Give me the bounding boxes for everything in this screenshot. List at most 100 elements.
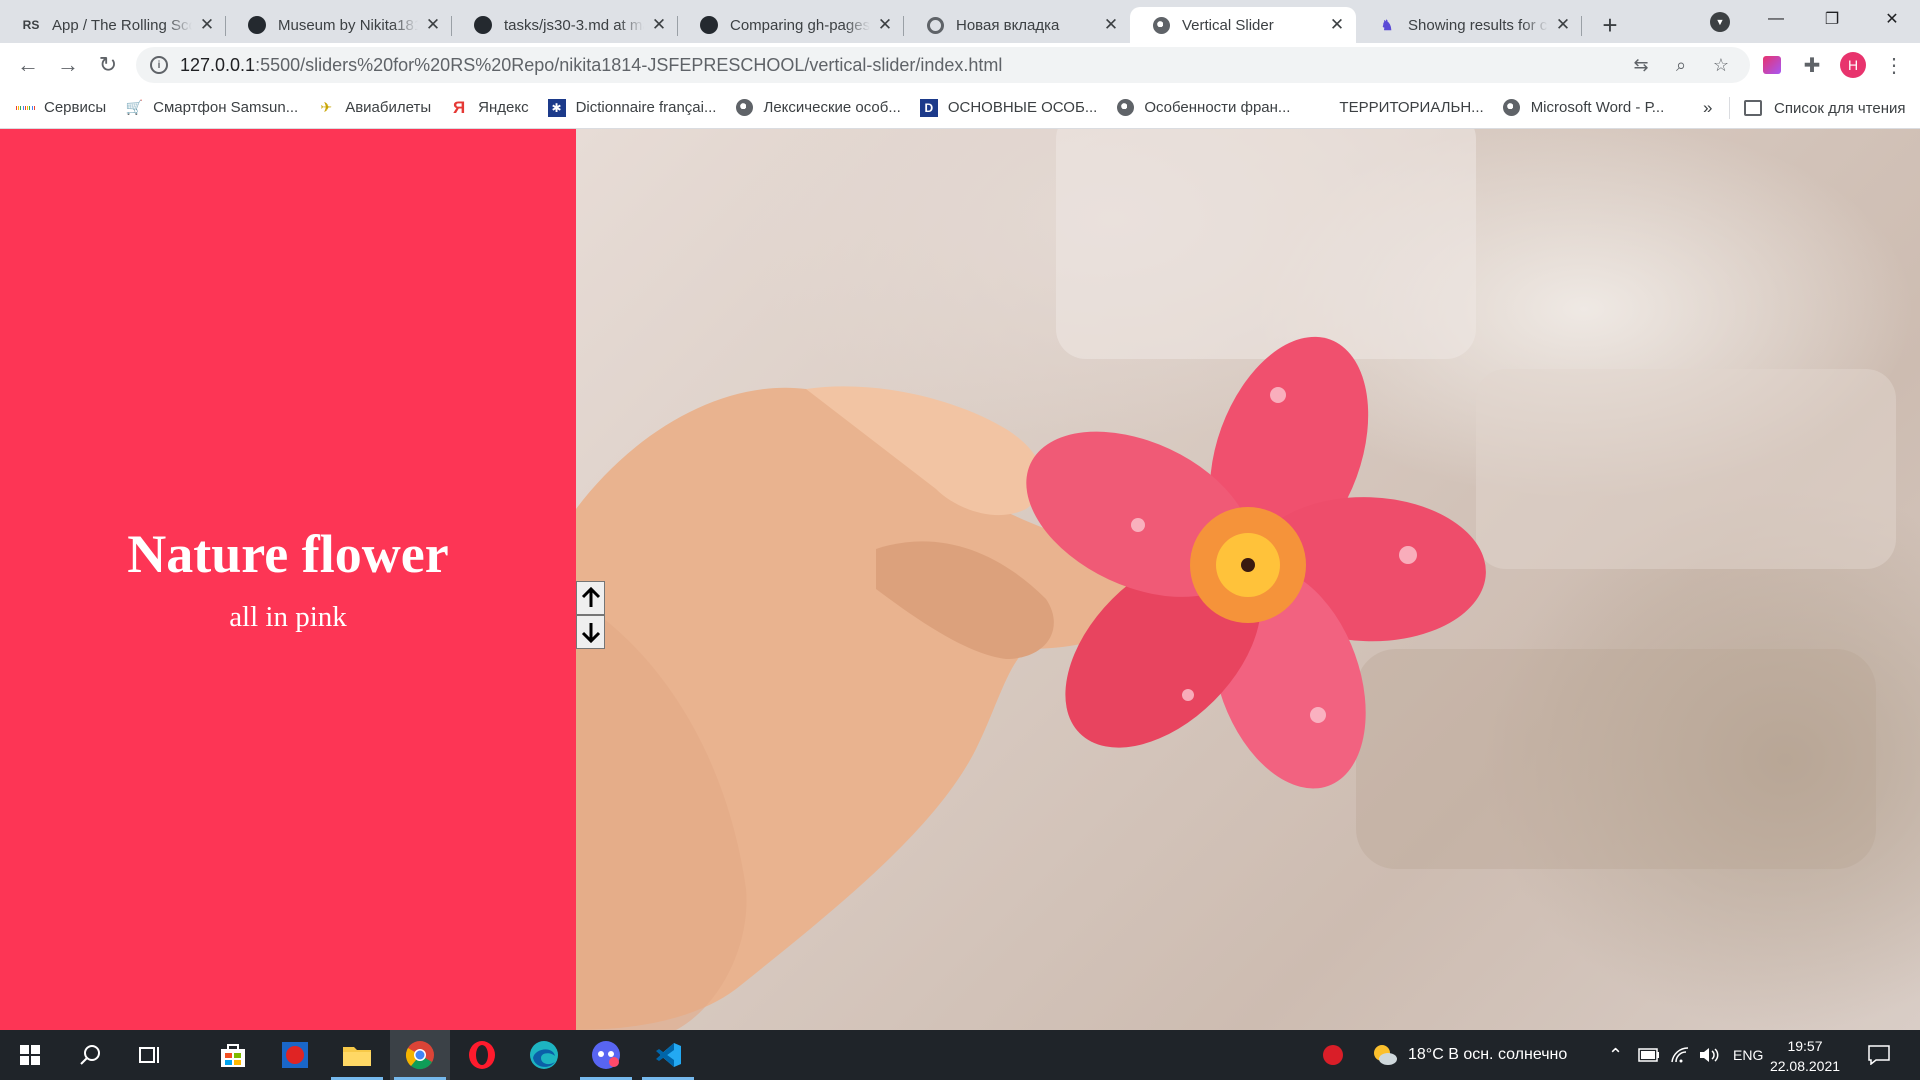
bookmark-label: Авиабилеты: [345, 99, 432, 116]
tab-vertical-slider[interactable]: Vertical Slider ✕: [1130, 7, 1356, 43]
bookmark-lexical[interactable]: Лексические особ...: [735, 99, 901, 117]
extensions-puzzle-icon[interactable]: ✚: [1800, 53, 1824, 77]
url-text[interactable]: 127.0.0.1:5500/sliders%20for%20RS%20Repo…: [180, 55, 1002, 76]
arrow-up-icon: [581, 587, 600, 607]
bookmark-label: Лексические особ...: [763, 99, 901, 116]
opera-icon[interactable]: [452, 1030, 512, 1080]
globe-icon: [735, 99, 753, 117]
bookmark-territorial[interactable]: ТЕРРИТОРИАЛЬН...: [1339, 99, 1483, 116]
address-bar[interactable]: i 127.0.0.1:5500/sliders%20for%20RS%20Re…: [136, 47, 1750, 83]
weather-widget[interactable]: 18°C В осн. солнечно: [1372, 1030, 1567, 1080]
tab-separator: [1581, 16, 1582, 36]
zoom-icon[interactable]: ⌕: [1671, 55, 1691, 75]
tab-search-icon[interactable]: ▼: [1710, 12, 1730, 32]
tab-title: Museum by Nikita1814: [278, 16, 418, 34]
new-tab-button[interactable]: +: [1590, 7, 1630, 43]
clock-time: 19:57: [1787, 1038, 1823, 1054]
tab-rolling-scopes[interactable]: RS App / The Rolling Scopes ✕: [0, 7, 226, 43]
menu-dots-icon[interactable]: ⋮: [1882, 53, 1906, 77]
wifi-icon[interactable]: [1670, 1030, 1690, 1080]
store-icon[interactable]: [203, 1030, 263, 1080]
task-view-icon[interactable]: [120, 1030, 180, 1080]
bookmark-french-features[interactable]: Особенности фран...: [1116, 99, 1290, 117]
vscode-icon[interactable]: [638, 1030, 698, 1080]
bookmark-label: Особенности фран...: [1144, 99, 1291, 116]
url-host: 127.0.0.1: [180, 54, 256, 75]
bookmark-word[interactable]: Microsoft Word - Р...: [1503, 99, 1664, 117]
back-arrow-icon[interactable]: ←: [8, 45, 48, 85]
restore-icon[interactable]: ❐: [1804, 0, 1860, 38]
translate-icon[interactable]: ⇆: [1631, 55, 1651, 75]
tab-museum[interactable]: Museum by Nikita1814 ✕: [226, 7, 452, 43]
tab-title: Новая вкладка: [956, 16, 1060, 34]
tab-new-tab[interactable]: Новая вкладка ✕: [904, 7, 1130, 43]
tab-comparing[interactable]: Comparing gh-pages... ✕: [678, 7, 904, 43]
close-icon[interactable]: ✕: [198, 15, 216, 34]
slide-text-panel: Nature flower all in pink: [0, 129, 576, 1030]
battery-icon[interactable]: [1638, 1030, 1660, 1080]
bookmark-samsung[interactable]: 🛒 Смартфон Samsun...: [125, 99, 298, 117]
tab-title: App / The Rolling Scopes: [52, 16, 192, 34]
site-info-icon[interactable]: i: [150, 56, 168, 74]
tab-showing-results[interactable]: ♞ Showing results for code ✕: [1356, 7, 1582, 43]
bookmark-main-features[interactable]: D ОСНОВНЫЕ ОСОБ...: [919, 98, 1097, 117]
yandex-icon: Я: [453, 97, 466, 117]
extension-gradient-icon[interactable]: [1760, 53, 1784, 77]
github-icon: [700, 16, 718, 34]
volume-icon[interactable]: [1698, 1030, 1720, 1080]
tab-title: Showing results for code: [1408, 16, 1548, 34]
github-icon: [248, 16, 266, 34]
minimize-icon[interactable]: —: [1748, 0, 1804, 38]
show-hidden-icons-chevron-icon[interactable]: ⌃: [1608, 1030, 1623, 1080]
bookmarks-divider: [1729, 97, 1730, 119]
app-red-cube-icon[interactable]: [265, 1030, 325, 1080]
bookmark-label: Dictionnaire françai...: [575, 99, 717, 116]
apps-grid-icon: [16, 99, 34, 117]
slide-title: Nature flower: [127, 524, 449, 584]
bookmark-yandex[interactable]: Я Яндекс: [450, 97, 529, 117]
bookmark-dictionnaire[interactable]: ✱ Dictionnaire françai...: [547, 98, 717, 117]
bot-icon: ♞: [1380, 16, 1394, 33]
notifications-icon[interactable]: [1868, 1030, 1890, 1080]
language-indicator[interactable]: ENG: [1733, 1030, 1763, 1080]
bookmark-services[interactable]: Сервисы: [16, 99, 106, 117]
bookmarks-overflow-button[interactable]: »: [1703, 98, 1712, 118]
discord-like-icon[interactable]: [576, 1030, 636, 1080]
close-icon[interactable]: ✕: [424, 15, 442, 34]
search-icon[interactable]: [60, 1030, 120, 1080]
tab-title: tasks/js30-3.md at master: [504, 16, 644, 34]
forward-arrow-icon[interactable]: →: [48, 45, 88, 85]
weather-sun-cloud-icon: [1374, 1045, 1397, 1065]
slide-down-button[interactable]: [576, 615, 605, 649]
close-icon[interactable]: ✕: [1328, 15, 1346, 34]
slide-up-button[interactable]: [576, 581, 605, 615]
reload-icon[interactable]: ↻: [88, 45, 128, 85]
bookmark-avia[interactable]: ✈ Авиабилеты: [317, 99, 431, 117]
arrow-down-icon: [581, 623, 600, 643]
reading-list-icon: [1744, 100, 1762, 116]
github-icon: [474, 16, 492, 34]
weather-text: 18°C В осн. солнечно: [1408, 1046, 1568, 1063]
rs-logo-icon: RS: [22, 18, 40, 32]
bookmark-label: Смартфон Samsun...: [153, 99, 299, 116]
tray-red-app-icon[interactable]: [1322, 1030, 1344, 1080]
slide-image: [576, 129, 1920, 1030]
windows-start-icon[interactable]: [0, 1030, 60, 1080]
chrome-taskbar-icon[interactable]: [390, 1030, 450, 1080]
close-icon[interactable]: ✕: [1102, 15, 1120, 34]
close-icon[interactable]: ✕: [650, 15, 668, 34]
bookmark-star-icon[interactable]: ☆: [1711, 55, 1731, 75]
bookmark-label: ТЕРРИТОРИАЛЬН...: [1339, 99, 1484, 116]
globe-icon: [1152, 16, 1170, 34]
window-close-icon[interactable]: ✕: [1864, 0, 1920, 38]
slider-controls: [576, 581, 605, 649]
profile-avatar[interactable]: H: [1840, 52, 1866, 78]
windows-taskbar: 18°C В осн. солнечно ⌃ ENG 19:57 22.08.2…: [0, 1030, 1920, 1080]
system-clock[interactable]: 19:57 22.08.2021: [1760, 1036, 1850, 1076]
file-explorer-icon[interactable]: [327, 1030, 387, 1080]
close-icon[interactable]: ✕: [1554, 15, 1572, 34]
reading-list-button[interactable]: Список для чтения: [1744, 87, 1906, 129]
edge-icon[interactable]: [514, 1030, 574, 1080]
tab-tasks[interactable]: tasks/js30-3.md at master ✕: [452, 7, 678, 43]
close-icon[interactable]: ✕: [876, 15, 894, 34]
